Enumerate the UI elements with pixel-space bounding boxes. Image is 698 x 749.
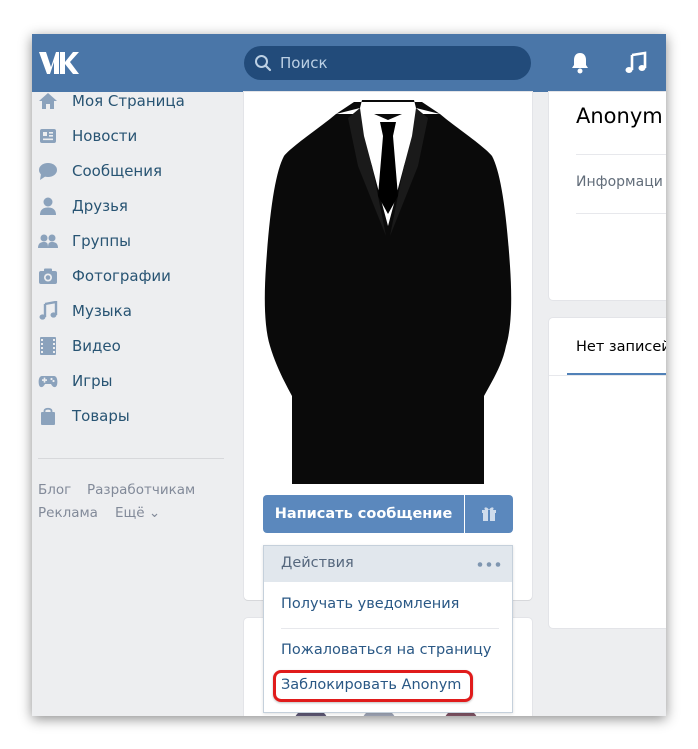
footer-link-blog[interactable]: Блог [38,482,71,498]
sidebar-item-news[interactable]: Новости [32,121,227,153]
gamepad-icon [38,376,58,388]
vk-logo[interactable] [38,49,80,77]
sidebar-item-photos[interactable]: Фотографии [32,261,227,293]
video-icon [40,337,56,355]
sidebar-item-label: Игры [72,372,113,390]
sidebar-item-messages[interactable]: Сообщения [32,156,227,188]
sidebar-item-label: Товары [72,407,130,425]
search-icon [255,55,272,72]
sidebar-item-label: Сообщения [72,162,163,180]
shopping-bag-icon [41,407,55,425]
search-box[interactable] [244,46,531,80]
profile-name: Anonym [576,104,663,128]
sidebar-item-games[interactable]: Игры [32,366,227,398]
sidebar-item-label: Фотографии [72,267,171,285]
divider [549,375,666,376]
sidebar-item-my-page[interactable]: Моя Страница [32,86,227,118]
news-icon [40,129,56,143]
sidebar-item-label: Друзья [72,197,128,215]
gift-icon [482,507,496,521]
profile-info-link[interactable]: Информаци [576,174,663,190]
sidebar-item-label: Моя Страница [72,92,185,110]
sidebar-item-friends[interactable]: Друзья [32,191,227,223]
wall-card: Нет записей [549,318,666,628]
divider [576,154,666,155]
active-tab-underline [567,373,666,375]
highlight-annotation [273,670,473,702]
messages-icon [39,163,57,180]
write-message-button[interactable]: Написать сообщение [263,495,464,533]
gift-button[interactable] [465,495,513,533]
home-icon [39,93,57,109]
actions-dropdown-header[interactable]: Действия [264,546,512,582]
menu-item-notifications[interactable]: Получать уведомления [281,596,459,612]
sidebar-item-video[interactable]: Видео [32,331,227,363]
music-note-icon[interactable] [624,51,648,75]
tab-wall-posts[interactable]: Нет записей [576,339,666,355]
sidebar-item-label: Новости [72,127,138,145]
profile-info-card: Anonym Информаци [549,92,666,300]
top-header [32,34,666,92]
profile-photo-anonymous-suit[interactable] [262,96,514,484]
friend-icon [40,197,56,215]
camera-icon [39,268,57,284]
footer-link-developers[interactable]: Разработчикам [87,482,195,498]
actions-dropdown: Действия Получать уведомления Пожаловать… [263,545,513,713]
sidebar-item-label: Видео [72,337,121,355]
divider [281,628,499,629]
sidebar-item-label: Музыка [72,302,132,320]
search-input[interactable] [280,46,520,80]
actions-title: Действия [281,555,354,571]
browser-window: Моя Страница Новости Сообщения [32,34,666,716]
music-icon [39,301,58,320]
sidebar-divider [38,458,224,459]
sidebar-item-music[interactable]: Музыка [32,296,227,328]
divider [576,213,666,214]
more-dots-icon [477,562,501,567]
sidebar-item-label: Группы [72,232,132,250]
footer-link-ads[interactable]: Реклама [38,505,98,521]
footer-link-more[interactable]: Ещё ⌄ [115,505,160,521]
bell-icon[interactable] [568,51,592,75]
sidebar-item-groups[interactable]: Группы [32,226,227,258]
groups-icon [38,234,58,248]
menu-item-report-page[interactable]: Пожаловаться на страницу [281,642,491,658]
sidebar-item-goods[interactable]: Товары [32,401,227,433]
